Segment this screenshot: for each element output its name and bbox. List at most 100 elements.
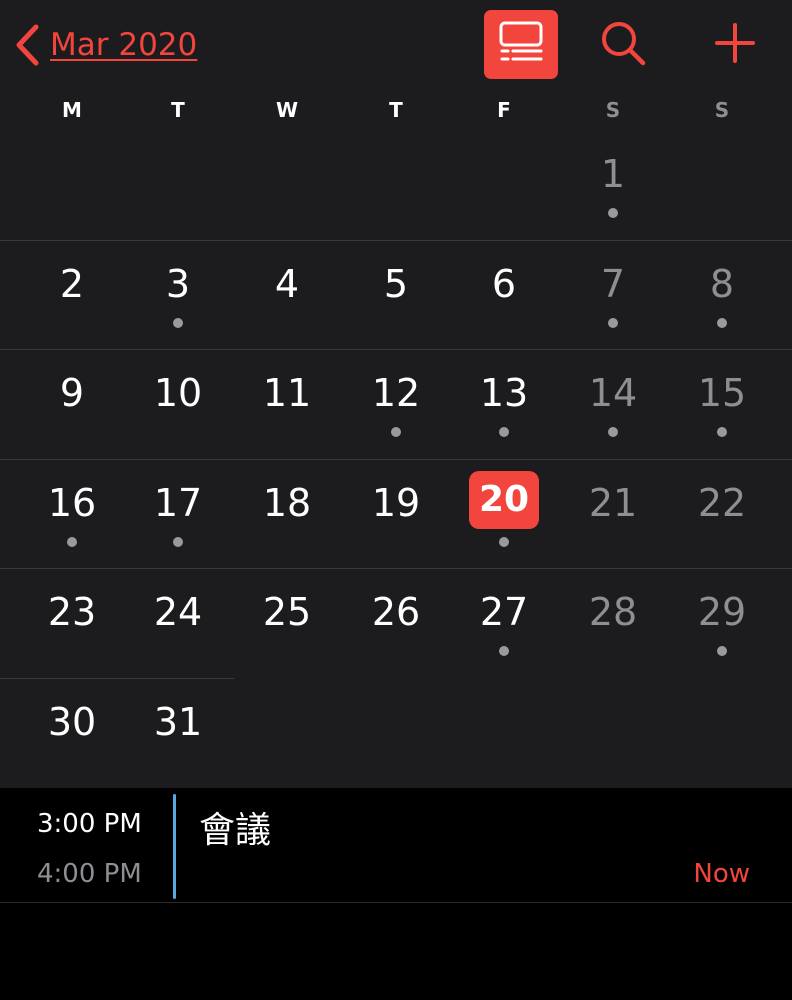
event-indicator-dot	[499, 646, 509, 656]
day-cell[interactable]: 25	[233, 568, 341, 677]
day-cell[interactable]: 30	[18, 678, 126, 787]
day-cell[interactable]: 8	[668, 240, 776, 349]
day-number: 24	[153, 590, 203, 634]
event-indicator-dot	[717, 646, 727, 656]
day-cell[interactable]: 18	[233, 459, 341, 568]
weekday-label: F	[497, 98, 511, 122]
day-cell[interactable]: 23	[18, 568, 126, 677]
day-number: 30	[47, 700, 97, 744]
weekday-label: S	[605, 98, 621, 122]
day-cell[interactable]: 3	[124, 240, 232, 349]
day-number: 15	[697, 371, 747, 415]
day-number: 31	[153, 700, 203, 744]
day-cell[interactable]: 10	[124, 349, 232, 458]
day-number: 29	[697, 590, 747, 634]
day-number: 6	[491, 262, 517, 306]
weekday-label: T	[171, 98, 185, 122]
day-number: 17	[153, 481, 203, 525]
search-icon	[599, 19, 647, 71]
event-indicator-dot	[608, 427, 618, 437]
month-grid: 1 2 3 4 5 6 7 8 9 10 11 12 13 14 15 16 17 18 19 20 21 22 23 24 2…	[0, 130, 792, 788]
month-year-label[interactable]: Mar 2020	[50, 27, 197, 63]
day-cell[interactable]: 22	[668, 459, 776, 568]
day-cell[interactable]: 17	[124, 459, 232, 568]
plus-icon	[714, 22, 756, 68]
day-number: 13	[479, 371, 529, 415]
weekday-label: M	[62, 98, 82, 122]
day-number: 26	[371, 590, 421, 634]
day-number: 11	[262, 371, 312, 415]
day-cell[interactable]: 4	[233, 240, 341, 349]
day-number: 7	[600, 262, 626, 306]
divider	[0, 902, 792, 903]
add-event-button[interactable]	[698, 10, 772, 79]
chevron-left-icon	[14, 23, 40, 67]
day-cell[interactable]: 26	[342, 568, 450, 677]
day-number: 20	[469, 471, 539, 529]
day-number: 9	[59, 371, 85, 415]
day-number: 4	[274, 262, 300, 306]
event-indicator-dot	[717, 318, 727, 328]
event-indicator-dot	[499, 427, 509, 437]
day-cell[interactable]: 19	[342, 459, 450, 568]
event-start-time: 3:00 PM	[37, 809, 142, 839]
day-cell[interactable]: 16	[18, 459, 126, 568]
day-number: 22	[697, 481, 747, 525]
day-cell[interactable]: 31	[124, 678, 232, 787]
event-title[interactable]: 會議	[199, 801, 271, 853]
list-view-button[interactable]	[484, 10, 558, 79]
day-number: 3	[165, 262, 191, 306]
event-list: 3:00 PM 4:00 PM 會議 Now	[0, 789, 792, 1000]
event-calendar-bar	[173, 794, 176, 899]
day-cell[interactable]: 9	[18, 349, 126, 458]
day-number: 8	[709, 262, 735, 306]
day-cell[interactable]: 28	[559, 568, 667, 677]
day-cell[interactable]: 2	[18, 240, 126, 349]
day-number: 23	[47, 590, 97, 634]
navigation-bar: Mar 2020 M T W T F S S	[0, 0, 792, 130]
weekday-label: W	[275, 98, 299, 122]
day-number: 21	[588, 481, 638, 525]
search-button[interactable]	[586, 10, 660, 79]
day-cell[interactable]: 21	[559, 459, 667, 568]
day-cell[interactable]: 1	[559, 130, 667, 239]
event-indicator-dot	[391, 427, 401, 437]
day-number: 2	[59, 262, 85, 306]
day-number: 1	[600, 152, 626, 196]
day-cell[interactable]: 15	[668, 349, 776, 458]
day-cell[interactable]: 6	[450, 240, 558, 349]
day-number: 5	[383, 262, 409, 306]
day-number: 25	[262, 590, 312, 634]
day-number: 14	[588, 371, 638, 415]
day-cell[interactable]: 12	[342, 349, 450, 458]
day-cell[interactable]: 27	[450, 568, 558, 677]
event-indicator-dot	[67, 537, 77, 547]
day-cell-today[interactable]: 20	[450, 459, 558, 568]
day-number: 27	[479, 590, 529, 634]
event-indicator-dot	[717, 427, 727, 437]
event-indicator-dot	[499, 537, 509, 547]
day-number: 28	[588, 590, 638, 634]
event-indicator-dot	[173, 537, 183, 547]
event-indicator-dot	[173, 318, 183, 328]
day-cell[interactable]: 14	[559, 349, 667, 458]
event-indicator-dot	[608, 318, 618, 328]
day-cell[interactable]: 7	[559, 240, 667, 349]
day-cell[interactable]: 13	[450, 349, 558, 458]
weekday-label: T	[389, 98, 403, 122]
day-cell[interactable]: 5	[342, 240, 450, 349]
event-now-label: Now	[693, 859, 750, 889]
day-cell[interactable]: 29	[668, 568, 776, 677]
back-button[interactable]: Mar 2020	[14, 22, 197, 68]
day-number: 18	[262, 481, 312, 525]
day-number: 10	[153, 371, 203, 415]
weekday-label: S	[714, 98, 730, 122]
event-indicator-dot	[608, 208, 618, 218]
day-number: 12	[371, 371, 421, 415]
list-view-icon	[498, 21, 544, 69]
day-number: 16	[47, 481, 97, 525]
day-cell[interactable]: 11	[233, 349, 341, 458]
event-end-time: 4:00 PM	[37, 859, 142, 889]
day-number: 19	[371, 481, 421, 525]
day-cell[interactable]: 24	[124, 568, 232, 677]
